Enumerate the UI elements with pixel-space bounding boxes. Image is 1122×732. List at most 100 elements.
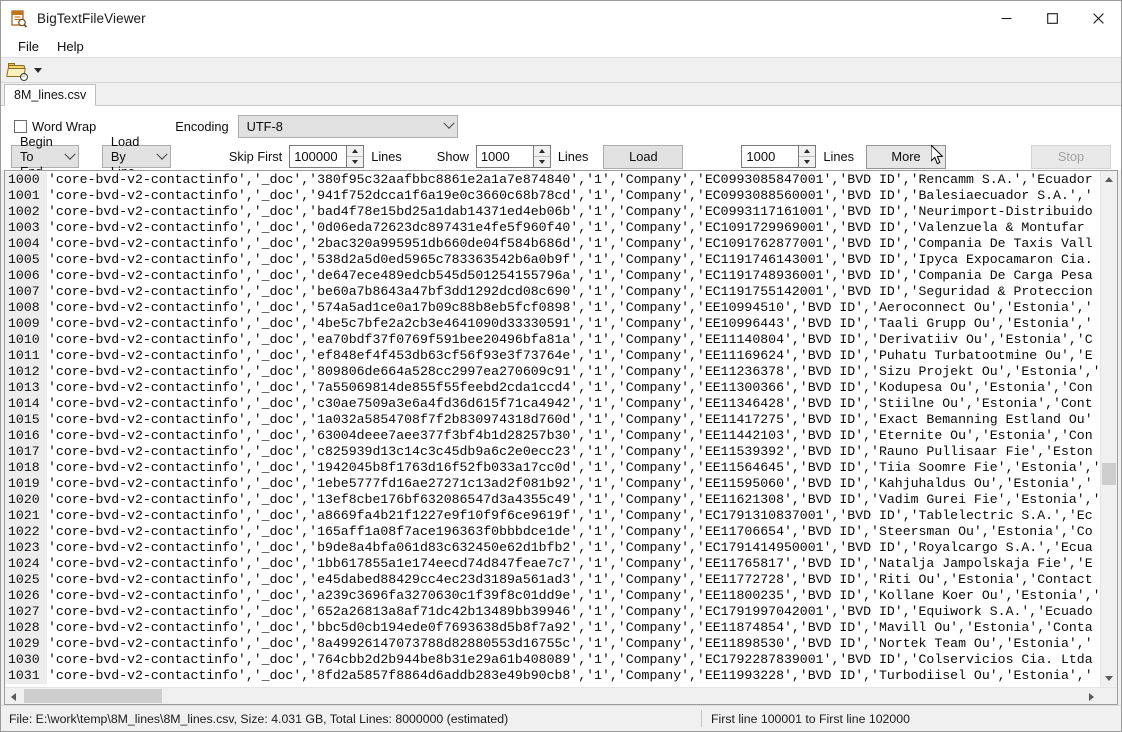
tab-strip: 8M_lines.csv <box>1 83 1121 106</box>
line-text: 'core-bvd-v2-contactinfo','_doc','a239c3… <box>48 588 1100 603</box>
line-text: 'core-bvd-v2-contactinfo','_doc','63004d… <box>48 428 1093 443</box>
scroll-right-button[interactable] <box>1083 688 1100 704</box>
line-text: 'core-bvd-v2-contactinfo','_doc','e45dab… <box>48 572 1093 587</box>
line-text: 'core-bvd-v2-contactinfo','_doc','1a032a… <box>48 412 1093 427</box>
line-number: 1007 <box>5 284 47 300</box>
line-text: 'core-bvd-v2-contactinfo','_doc','941f75… <box>48 188 1093 203</box>
line-text: 'core-bvd-v2-contactinfo','_doc','809806… <box>48 364 1100 379</box>
more-button[interactable]: More <box>866 144 946 169</box>
text-line: 1005'core-bvd-v2-contactinfo','_doc','53… <box>5 252 1100 268</box>
chevron-down-icon <box>56 148 76 161</box>
chevron-down-icon <box>435 117 455 130</box>
line-number: 1017 <box>5 444 47 460</box>
text-line: 1022'core-bvd-v2-contactinfo','_doc','16… <box>5 524 1100 540</box>
vertical-scroll-track[interactable] <box>1101 188 1117 670</box>
skip-first-stepper[interactable] <box>289 145 365 168</box>
show-lines-stepper[interactable] <box>475 145 551 168</box>
direction-select[interactable]: Begin To End <box>11 134 79 179</box>
menu-file[interactable]: File <box>9 37 48 56</box>
more-count-stepper[interactable] <box>741 145 817 168</box>
more-count-unit: Lines <box>823 149 854 164</box>
text-line: 1029'core-bvd-v2-contactinfo','_doc','8a… <box>5 636 1100 652</box>
text-line: 1014'core-bvd-v2-contactinfo','_doc','c3… <box>5 396 1100 412</box>
line-number: 1019 <box>5 476 47 492</box>
line-number: 1027 <box>5 604 47 620</box>
line-number: 1012 <box>5 364 47 380</box>
text-line: 1015'core-bvd-v2-contactinfo','_doc','1a… <box>5 412 1100 428</box>
horizontal-scroll-thumb[interactable] <box>24 689 162 703</box>
load-mode-select[interactable]: Load By Line <box>101 134 171 179</box>
show-lines-input[interactable] <box>476 146 533 167</box>
line-text: 'core-bvd-v2-contactinfo','_doc','c30ae7… <box>48 396 1093 411</box>
more-count-increment[interactable] <box>799 146 816 157</box>
line-text: 'core-bvd-v2-contactinfo','_doc','a8669f… <box>48 508 1093 523</box>
text-line: 1011'core-bvd-v2-contactinfo','_doc','ef… <box>5 348 1100 364</box>
text-line: 1009'core-bvd-v2-contactinfo','_doc','4b… <box>5 316 1100 332</box>
stop-button[interactable]: Stop <box>1031 144 1111 169</box>
skip-first-input[interactable] <box>290 146 347 167</box>
line-text: 'core-bvd-v2-contactinfo','_doc','2bac32… <box>48 236 1093 251</box>
line-number: 1008 <box>5 300 47 316</box>
horizontal-scrollbar[interactable] <box>5 687 1117 704</box>
line-number: 1029 <box>5 636 47 652</box>
line-text: 'core-bvd-v2-contactinfo','_doc','ea70bd… <box>48 332 1093 347</box>
word-wrap-checkbox[interactable]: Word Wrap <box>14 119 96 134</box>
horizontal-scroll-track[interactable] <box>22 688 1083 704</box>
text-line: 1000'core-bvd-v2-contactinfo','_doc','38… <box>5 172 1100 188</box>
scrollbar-corner <box>1100 688 1117 704</box>
line-number: 1018 <box>5 460 47 476</box>
line-number: 1028 <box>5 620 47 636</box>
scroll-left-button[interactable] <box>5 688 22 704</box>
tab-8m-lines-csv[interactable]: 8M_lines.csv <box>4 84 97 106</box>
word-wrap-label: Word Wrap <box>32 118 97 134</box>
more-count-input[interactable] <box>742 146 799 167</box>
line-number: 1030 <box>5 652 47 668</box>
line-number: 1004 <box>5 236 47 252</box>
menu-help[interactable]: Help <box>48 37 93 56</box>
open-folder-search-icon[interactable] <box>6 62 28 81</box>
chevron-down-icon[interactable] <box>34 67 42 73</box>
line-number: 1013 <box>5 380 47 396</box>
vertical-scrollbar[interactable] <box>1100 171 1117 687</box>
load-button[interactable]: Load <box>603 144 684 169</box>
text-line: 1010'core-bvd-v2-contactinfo','_doc','ea… <box>5 332 1100 348</box>
show-lines-decrement[interactable] <box>533 157 550 167</box>
skip-first-increment[interactable] <box>347 146 364 157</box>
text-line: 1013'core-bvd-v2-contactinfo','_doc','7a… <box>5 380 1100 396</box>
encoding-select[interactable]: UTF-8 <box>237 114 458 138</box>
show-label: Show <box>436 149 469 164</box>
skip-first-decrement[interactable] <box>347 157 364 167</box>
application-window: BigTextFileViewer File Help 8M_lines.csv… <box>0 0 1122 732</box>
more-count-decrement[interactable] <box>799 157 816 167</box>
line-text: 'core-bvd-v2-contactinfo','_doc','ef848e… <box>48 348 1093 363</box>
text-content[interactable]: 1000'core-bvd-v2-contactinfo','_doc','38… <box>5 171 1100 687</box>
line-text: 'core-bvd-v2-contactinfo','_doc','652a26… <box>48 604 1093 619</box>
line-number: 1020 <box>5 492 47 508</box>
text-line: 1006'core-bvd-v2-contactinfo','_doc','de… <box>5 268 1100 284</box>
text-line: 1003'core-bvd-v2-contactinfo','_doc','0d… <box>5 220 1100 236</box>
scroll-up-button[interactable] <box>1101 171 1117 188</box>
line-number: 1002 <box>5 204 47 220</box>
scroll-down-button[interactable] <box>1101 670 1117 687</box>
maximize-button[interactable] <box>1029 1 1075 36</box>
line-number: 1023 <box>5 540 47 556</box>
line-number: 1016 <box>5 428 47 444</box>
line-number: 1021 <box>5 508 47 524</box>
text-line: 1002'core-bvd-v2-contactinfo','_doc','ba… <box>5 204 1100 220</box>
text-line: 1028'core-bvd-v2-contactinfo','_doc','bb… <box>5 620 1100 636</box>
close-button[interactable] <box>1075 1 1121 36</box>
line-text: 'core-bvd-v2-contactinfo','_doc','7a5506… <box>48 380 1093 395</box>
vertical-scroll-thumb[interactable] <box>1102 462 1116 485</box>
status-divider <box>701 710 702 727</box>
show-lines-unit: Lines <box>557 149 589 164</box>
show-lines-increment[interactable] <box>533 146 550 157</box>
skip-first-unit: Lines <box>371 149 402 164</box>
text-line: 1019'core-bvd-v2-contactinfo','_doc','1e… <box>5 476 1100 492</box>
app-icon <box>10 9 28 28</box>
stop-button-label: Stop <box>1057 149 1085 164</box>
line-number: 1005 <box>5 252 47 268</box>
tab-label: 8M_lines.csv <box>14 88 87 102</box>
controls-panel: Word Wrap Encoding UTF-8 Begin To End Lo… <box>1 106 1121 179</box>
line-number: 1031 <box>5 668 47 684</box>
minimize-button[interactable] <box>983 1 1029 36</box>
